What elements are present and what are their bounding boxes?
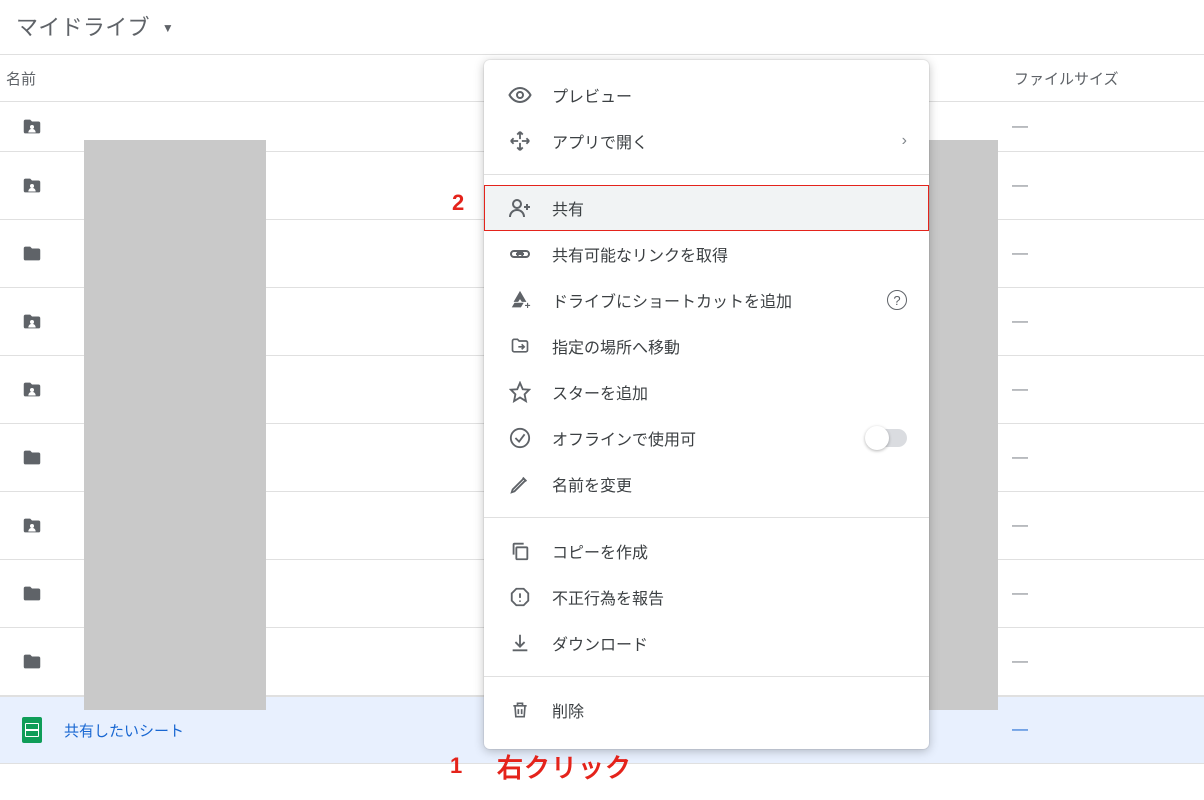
eye-icon: [508, 83, 532, 107]
menu-label: ドライブにショートカットを追加: [552, 288, 863, 312]
file-size: —: [1004, 449, 1204, 467]
menu-label: 共有可能なリンクを取得: [552, 242, 907, 266]
menu-label: 共有: [552, 196, 907, 220]
file-size: —: [1004, 585, 1204, 603]
offline-toggle[interactable]: [867, 429, 907, 447]
menu-preview[interactable]: プレビュー: [484, 72, 929, 118]
shared-folder-icon: [0, 379, 64, 401]
help-icon[interactable]: ?: [887, 290, 907, 310]
menu-separator: [484, 676, 929, 677]
menu-delete[interactable]: 削除: [484, 687, 929, 733]
menu-get-link[interactable]: 共有可能なリンクを取得: [484, 231, 929, 277]
menu-rename[interactable]: 名前を変更: [484, 461, 929, 507]
folder-icon: [0, 583, 64, 605]
file-size: —: [1004, 177, 1204, 195]
menu-add-shortcut[interactable]: + ドライブにショートカットを追加 ?: [484, 277, 929, 323]
folder-move-icon: [508, 334, 532, 358]
menu-label: スターを追加: [552, 380, 907, 404]
folder-icon: [0, 447, 64, 469]
offline-icon: [508, 426, 532, 450]
redaction-left: [84, 140, 266, 710]
menu-share[interactable]: 共有: [484, 185, 929, 231]
location-header[interactable]: マイドライブ ▼: [0, 0, 1204, 54]
report-icon: [508, 585, 532, 609]
annotation-step2-number: 2: [452, 190, 464, 216]
column-size[interactable]: ファイルサイズ: [1000, 68, 1204, 89]
menu-label: アプリで開く: [552, 129, 882, 153]
menu-copy[interactable]: コピーを作成: [484, 528, 929, 574]
menu-open-with[interactable]: アプリで開く ›: [484, 118, 929, 164]
menu-move[interactable]: 指定の場所へ移動: [484, 323, 929, 369]
annotation-step1-number: 1: [450, 753, 462, 779]
menu-label: プレビュー: [552, 83, 907, 107]
copy-icon: [508, 539, 532, 563]
file-size: —: [1004, 118, 1204, 136]
file-size: —: [1004, 245, 1204, 263]
chevron-right-icon: ›: [902, 132, 907, 150]
file-size: —: [1004, 313, 1204, 331]
menu-download[interactable]: ダウンロード: [484, 620, 929, 666]
file-size: —: [1004, 381, 1204, 399]
menu-label: 名前を変更: [552, 472, 907, 496]
menu-star[interactable]: スターを追加: [484, 369, 929, 415]
drive-add-icon: +: [508, 288, 532, 312]
menu-report[interactable]: 不正行為を報告: [484, 574, 929, 620]
menu-label: 不正行為を報告: [552, 585, 907, 609]
menu-label: ダウンロード: [552, 631, 907, 655]
menu-label: 削除: [552, 698, 907, 722]
trash-icon: [508, 698, 532, 722]
folder-icon: [0, 243, 64, 265]
context-menu: プレビュー アプリで開く › 共有 共有可能なリンクを取得: [484, 60, 929, 749]
location-dropdown-icon[interactable]: ▼: [162, 21, 174, 35]
menu-separator: [484, 517, 929, 518]
annotation-step1-text: 右クリック: [497, 748, 632, 785]
menu-label: コピーを作成: [552, 539, 907, 563]
menu-label: オフラインで使用可: [552, 426, 847, 450]
redaction-right: [926, 140, 998, 710]
folder-icon: [0, 651, 64, 673]
sheets-icon: [0, 717, 64, 743]
location-title: マイドライブ: [16, 10, 150, 42]
file-size: —: [1004, 517, 1204, 535]
menu-label: 指定の場所へ移動: [552, 334, 907, 358]
svg-text:+: +: [525, 301, 531, 311]
person-add-icon: [508, 196, 532, 220]
menu-separator: [484, 174, 929, 175]
file-size: —: [1004, 721, 1204, 739]
shared-folder-icon: [0, 116, 64, 138]
download-icon: [508, 631, 532, 655]
shared-folder-icon: [0, 175, 64, 197]
menu-offline[interactable]: オフラインで使用可: [484, 415, 929, 461]
star-icon: [508, 380, 532, 404]
shared-folder-icon: [0, 515, 64, 537]
link-icon: [508, 242, 532, 266]
file-size: —: [1004, 653, 1204, 671]
shared-folder-icon: [0, 311, 64, 333]
pencil-icon: [508, 472, 532, 496]
move-arrows-icon: [508, 129, 532, 153]
